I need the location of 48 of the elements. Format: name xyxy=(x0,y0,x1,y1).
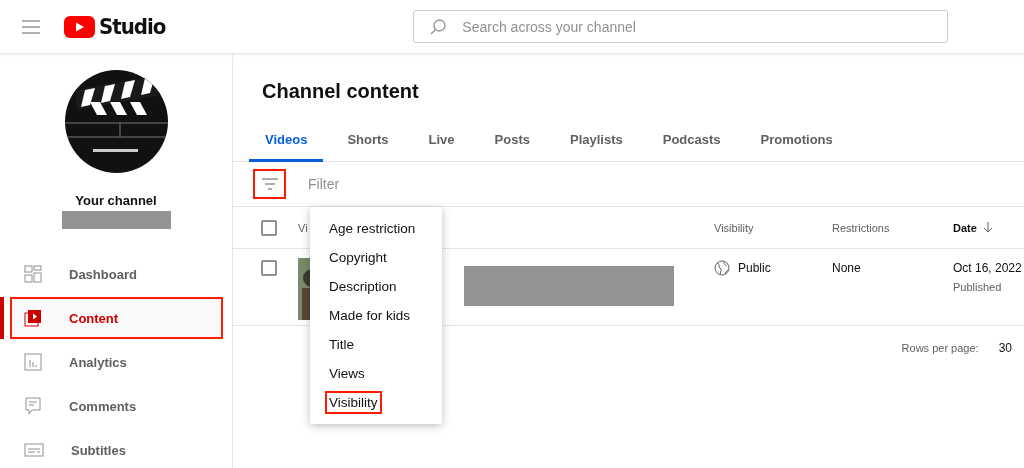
visibility-cell: Public xyxy=(738,261,771,275)
globe-icon xyxy=(714,260,730,276)
column-header: Restrictions xyxy=(832,221,890,234)
menu-item[interactable]: Views xyxy=(310,359,442,388)
menu-item[interactable]: Description xyxy=(310,272,442,301)
menu-item[interactable]: Copyright xyxy=(310,243,442,272)
nav-item[interactable]: Content xyxy=(10,297,223,339)
nav-item[interactable]: Analytics xyxy=(10,341,223,383)
menu-icon xyxy=(22,19,40,34)
tab[interactable]: Videos xyxy=(249,126,324,162)
search-field[interactable]: Search across your channel xyxy=(413,10,949,43)
menu-button[interactable] xyxy=(22,19,40,34)
column-header[interactable]: Date xyxy=(953,221,993,234)
filter-button[interactable] xyxy=(253,169,286,199)
menu-item[interactable]: Title xyxy=(310,330,442,359)
video-icon xyxy=(24,309,42,327)
checkbox[interactable] xyxy=(261,260,277,276)
date-cell-text: Oct 16, 2022 xyxy=(953,261,1023,275)
menu-item[interactable]: Visibility xyxy=(310,388,442,417)
column-header: Vi xyxy=(298,221,308,234)
tab[interactable]: Promotions xyxy=(744,126,849,162)
tab[interactable]: Shorts xyxy=(331,126,405,162)
sort-down-icon xyxy=(982,222,993,233)
nav-item[interactable]: Comments xyxy=(10,385,223,427)
menu-item[interactable]: Made for kids xyxy=(310,301,442,330)
restrictions-cell: None xyxy=(832,261,861,275)
subtitles-icon xyxy=(24,443,44,457)
tab[interactable]: Posts xyxy=(478,126,546,162)
search-icon xyxy=(430,18,447,35)
rows-per-page-label: Rows per page: xyxy=(901,342,979,354)
nav-item[interactable]: Dashboard xyxy=(10,253,223,295)
column-header: Visibility xyxy=(714,221,754,234)
page-title: Channel content xyxy=(262,80,420,104)
tab[interactable]: Playlists xyxy=(554,126,639,162)
tab[interactable]: Podcasts xyxy=(646,126,737,162)
tab[interactable]: Live xyxy=(412,126,471,162)
logo-text: Studio xyxy=(99,14,166,39)
play-logo-icon xyxy=(64,15,95,38)
analytics-icon xyxy=(24,353,42,371)
menu-item[interactable]: Age restriction xyxy=(310,214,442,243)
comment-icon xyxy=(24,397,42,415)
status-text: Published xyxy=(953,281,1003,293)
channel-label: Your channel xyxy=(75,193,157,208)
rows-per-page-select[interactable]: 30 xyxy=(998,341,1012,355)
filter-icon xyxy=(261,178,278,190)
checkbox[interactable] xyxy=(261,219,277,236)
dashboard-icon xyxy=(24,265,42,283)
nav-item[interactable]: Subtitles xyxy=(10,429,223,468)
